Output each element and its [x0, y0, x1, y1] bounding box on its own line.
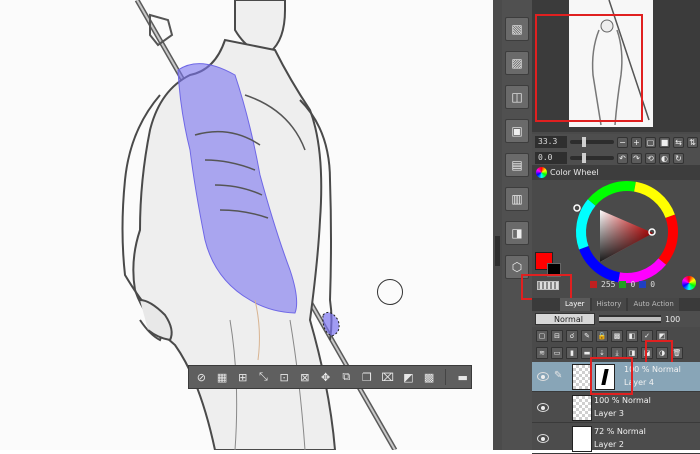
layer-blend-info: 100 % Normal	[594, 396, 651, 405]
canvas-scrollbar[interactable]	[495, 236, 500, 266]
item-bank-icon[interactable]: ▥	[505, 187, 529, 211]
brush-cursor	[377, 279, 403, 305]
rotation-row: 0.0 ↶ ↷ ⟲ ◐ ↻	[532, 150, 700, 166]
flip-icon[interactable]: ◐	[659, 152, 670, 164]
layer-color-icon[interactable]: ▢	[536, 329, 548, 342]
tab-history[interactable]: History	[591, 298, 627, 311]
red-channel-icon	[590, 281, 597, 288]
deselect-icon[interactable]: ⊘	[193, 368, 210, 386]
layer-thumbnail	[572, 426, 592, 452]
invert-selection-icon[interactable]: ▦	[214, 368, 231, 386]
tab-layer[interactable]: Layer	[560, 298, 590, 311]
navigator-view-frame[interactable]	[535, 14, 643, 122]
layer-list-icon[interactable]: ≋	[536, 346, 548, 359]
blend-mode-select[interactable]: Normal	[535, 313, 595, 325]
fit-selection-icon[interactable]: ⊠	[297, 368, 314, 386]
rotation-field[interactable]: 0.0	[535, 152, 567, 164]
rotate-icon[interactable]: ↻	[673, 152, 684, 164]
green-channel-icon	[619, 281, 627, 288]
reset-rotation-icon[interactable]: ⟲	[645, 152, 656, 164]
transform-icon[interactable]: ✥	[317, 368, 334, 386]
layer-row-3[interactable]: 100 % Normal Layer 3	[532, 393, 700, 423]
blend-opacity-row: Normal 100	[532, 311, 700, 327]
grow-selection-icon[interactable]: ⊞	[234, 368, 251, 386]
rotate-left-icon[interactable]: ↶	[617, 152, 628, 164]
zoom-in-icon[interactable]: +	[631, 136, 642, 148]
erase-outside-icon[interactable]: ⌧	[379, 368, 396, 386]
panel-icon-strip: ▧ ▨ ◫ ▣ ▤ ▥ ◨ ⬡	[502, 0, 532, 450]
draft-layer-icon[interactable]: ✎	[581, 329, 593, 342]
color-space-toggle-icon[interactable]	[682, 276, 696, 290]
layer-thumbnail	[572, 364, 592, 390]
new-vector-layer-icon[interactable]: ▮	[566, 346, 578, 359]
layer-name: Layer 3	[594, 409, 624, 418]
new-raster-layer-icon[interactable]: ▭	[551, 346, 563, 359]
color-wheel-tab-label: Color Wheel	[550, 168, 599, 177]
toolbar-separator	[445, 369, 447, 385]
opacity-value[interactable]: 100	[665, 315, 680, 324]
lock-icon[interactable]: 🔒	[596, 329, 608, 342]
panel-divider	[493, 0, 502, 450]
brush-size-icon[interactable]: ▣	[505, 119, 529, 143]
zoom-slider[interactable]	[570, 137, 614, 147]
rotation-slider[interactable]	[570, 153, 614, 163]
selection-launcher-toolbar: ⊘ ▦ ⊞ ⤡ ⊡ ⊠ ✥ ⧉ ❐ ⌧ ◩ ▩ ▬	[188, 365, 472, 389]
layer-blend-info: 72 % Normal	[594, 427, 646, 436]
color-picker-marker	[573, 204, 581, 212]
sub-view-icon[interactable]: ▨	[505, 51, 529, 75]
fit-icon[interactable]: ▢	[645, 136, 656, 148]
reference-layer-icon[interactable]: ☌	[566, 329, 578, 342]
reduce-selection-icon[interactable]: ⊡	[276, 368, 293, 386]
zoom-out-icon[interactable]: −	[617, 136, 628, 148]
material-icon[interactable]: ▧	[505, 17, 529, 41]
edit-pen-icon: ✎	[554, 370, 563, 381]
flip-vertical-icon[interactable]: ⇅	[687, 136, 698, 148]
zoom-field[interactable]: 33.3	[535, 136, 567, 148]
actual-size-icon[interactable]: ■	[659, 136, 670, 148]
red-value[interactable]: 255	[601, 280, 615, 289]
opacity-slider[interactable]	[599, 315, 661, 323]
visibility-eye-icon[interactable]	[537, 372, 549, 381]
layer-property-icon[interactable]: ◨	[505, 221, 529, 245]
color-wheel-tab[interactable]: Color Wheel	[532, 165, 700, 180]
fill-icon[interactable]: ◩	[400, 368, 417, 386]
clear-icon[interactable]: ▩	[421, 368, 438, 386]
color-wheel-icon	[536, 167, 547, 178]
highlight-box-transparent	[521, 274, 572, 300]
blue-channel-icon	[639, 281, 647, 288]
layer-thumbnail	[572, 395, 592, 421]
mask-enable-icon[interactable]: ◧	[626, 329, 638, 342]
rotate-right-icon[interactable]: ↷	[631, 152, 642, 164]
color-set-icon[interactable]: ▤	[505, 153, 529, 177]
copy-icon[interactable]: ❐	[359, 368, 376, 386]
zoom-row: 33.3 − + ▢ ■ ⇆ ⇅	[532, 134, 700, 150]
copy-paste-icon[interactable]: ⧉	[338, 368, 355, 386]
flip-horizontal-icon[interactable]: ⇆	[673, 136, 684, 148]
visibility-eye-icon[interactable]	[537, 403, 549, 412]
clip-icon[interactable]: ⊟	[551, 329, 563, 342]
green-value[interactable]: 0	[630, 280, 635, 289]
layer-panel-tabs: Layer History Auto Action	[532, 298, 700, 311]
tool-property-icon[interactable]: ◫	[505, 85, 529, 109]
layer-options-row: ▢ ⊟ ☌ ✎ 🔒 ▩ ◧ ✓ ◩	[532, 327, 700, 344]
tab-auto-action[interactable]: Auto Action	[628, 298, 679, 311]
lock-transparency-icon[interactable]: ▩	[611, 329, 623, 342]
shrink-selection-icon[interactable]: ⤡	[255, 368, 272, 386]
layer-name: Layer 2	[594, 440, 624, 449]
highlight-box-mask-thumbnail	[590, 357, 633, 395]
visibility-eye-icon[interactable]	[537, 434, 549, 443]
toolbar-settings-icon[interactable]: ▬	[454, 368, 471, 386]
blue-value[interactable]: 0	[650, 280, 655, 289]
rgb-readout: 255 0 0	[590, 280, 655, 289]
